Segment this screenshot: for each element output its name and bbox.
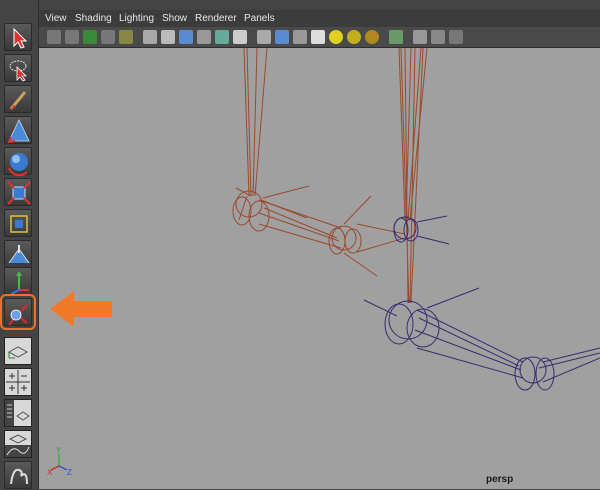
perspective-viewport[interactable]: X Y Z persp xyxy=(39,48,600,489)
persp-graph-layout-button[interactable] xyxy=(4,430,32,458)
shadows-icon[interactable] xyxy=(347,30,361,44)
lasso-tool-button[interactable] xyxy=(4,54,32,82)
menu-view[interactable]: View xyxy=(45,13,67,24)
skeleton-joints: X Y Z xyxy=(47,48,600,477)
film-gate-icon[interactable] xyxy=(161,30,175,44)
isolate-select-icon[interactable] xyxy=(389,30,403,44)
menu-renderer[interactable]: Renderer xyxy=(195,13,237,24)
image-plane-icon[interactable] xyxy=(101,30,115,44)
four-pane-layout-button[interactable] xyxy=(4,368,32,396)
toolbox xyxy=(0,0,39,489)
camera-attributes-icon[interactable] xyxy=(65,30,79,44)
move-tool-button[interactable] xyxy=(4,116,32,144)
universal-manipulator-button[interactable] xyxy=(4,209,32,237)
z-axis-label: Z xyxy=(67,468,72,477)
safe-action-icon[interactable] xyxy=(233,30,247,44)
bookmarks-icon[interactable] xyxy=(83,30,97,44)
lighting-icon[interactable] xyxy=(365,30,379,44)
x-axis-label: X xyxy=(47,468,53,477)
axis-triad: X Y Z xyxy=(47,446,72,477)
field-chart-icon[interactable] xyxy=(215,30,229,44)
wireframe-icon[interactable] xyxy=(257,30,271,44)
menu-show[interactable]: Show xyxy=(162,13,187,24)
select-camera-icon[interactable] xyxy=(47,30,61,44)
move-icon xyxy=(7,119,30,144)
two-d-pan-zoom-icon[interactable] xyxy=(119,30,133,44)
menu-shading[interactable]: Shading xyxy=(75,13,112,24)
single-pane-layout-button[interactable] xyxy=(4,337,32,365)
use-all-lights-icon[interactable] xyxy=(329,30,343,44)
grid-icon[interactable] xyxy=(143,30,157,44)
mid-joint-chain xyxy=(398,48,428,304)
single-pane-icon xyxy=(7,346,29,359)
maya-logo-icon xyxy=(10,468,28,485)
maya-logo-button[interactable] xyxy=(4,461,32,489)
soft-mod-icon xyxy=(8,245,30,264)
smooth-shade-icon[interactable] xyxy=(275,30,289,44)
xray-icon[interactable] xyxy=(413,30,427,44)
panel-menubar: View Shading Lighting Show Renderer Pane… xyxy=(39,10,600,27)
unselected-joint-chain xyxy=(363,215,600,391)
soft-modification-button[interactable] xyxy=(4,240,32,268)
lasso-icon xyxy=(9,60,27,82)
paint-select-tool-button[interactable] xyxy=(4,85,32,113)
manipulator-axes-icon xyxy=(10,271,29,295)
four-pane-icon xyxy=(6,370,30,394)
backface-culling-icon[interactable] xyxy=(449,30,463,44)
textured-icon[interactable] xyxy=(311,30,325,44)
wireframe-on-shaded-icon[interactable] xyxy=(293,30,307,44)
show-manipulator-button[interactable] xyxy=(4,267,32,295)
rotate-sphere-icon xyxy=(8,153,28,176)
y-axis-label: Y xyxy=(56,446,62,455)
viewport-panel: View Shading Lighting Show Renderer Pane… xyxy=(39,10,600,489)
rotate-tool-button[interactable] xyxy=(4,147,32,176)
select-tool-button[interactable] xyxy=(4,23,32,51)
xray-joints-icon[interactable] xyxy=(431,30,445,44)
gate-mask-icon[interactable] xyxy=(197,30,211,44)
select-arrow-icon xyxy=(13,27,28,49)
paint-brush-icon xyxy=(9,91,27,110)
scale-cube-icon xyxy=(7,181,31,205)
resolution-gate-icon[interactable] xyxy=(179,30,193,44)
orange-arrow-icon xyxy=(50,291,112,327)
selected-joint-chain xyxy=(232,48,406,277)
outliner-persp-icon xyxy=(5,400,30,426)
persp-graph-icon xyxy=(5,434,31,457)
panel-toolbar xyxy=(39,27,600,48)
menu-lighting[interactable]: Lighting xyxy=(119,13,154,24)
camera-name-label: persp xyxy=(486,474,514,485)
z-axis-line xyxy=(58,465,68,471)
scale-tool-button[interactable] xyxy=(4,178,32,206)
universal-manipulator-icon xyxy=(10,215,28,233)
joint-tool-button[interactable] xyxy=(0,294,36,330)
menu-panels[interactable]: Panels xyxy=(244,13,275,24)
joint-tool-icon xyxy=(8,304,28,326)
outliner-persp-layout-button[interactable] xyxy=(4,399,32,427)
